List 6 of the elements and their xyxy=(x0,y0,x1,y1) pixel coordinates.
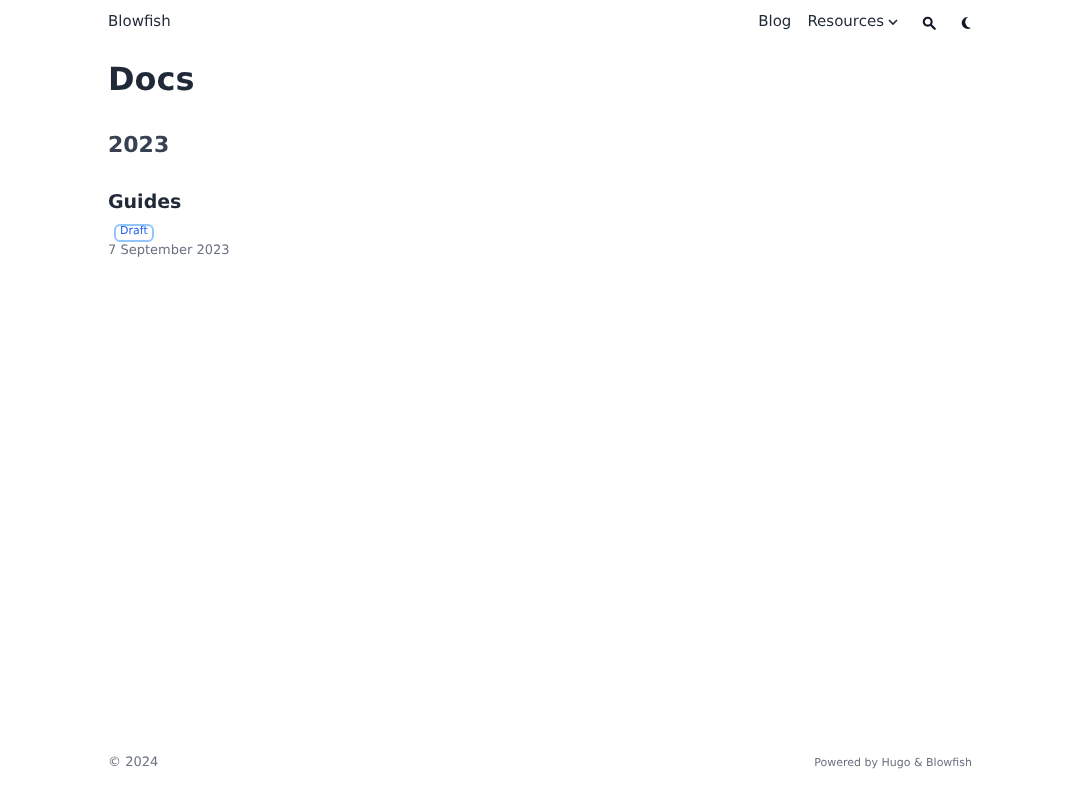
chevron-down-icon xyxy=(888,18,898,26)
search-icon[interactable] xyxy=(922,15,936,29)
article-title[interactable]: Guides xyxy=(108,192,182,215)
page-title: Docs xyxy=(108,60,197,100)
moon-icon[interactable] xyxy=(960,15,972,29)
year-heading: 2023 xyxy=(108,132,172,159)
